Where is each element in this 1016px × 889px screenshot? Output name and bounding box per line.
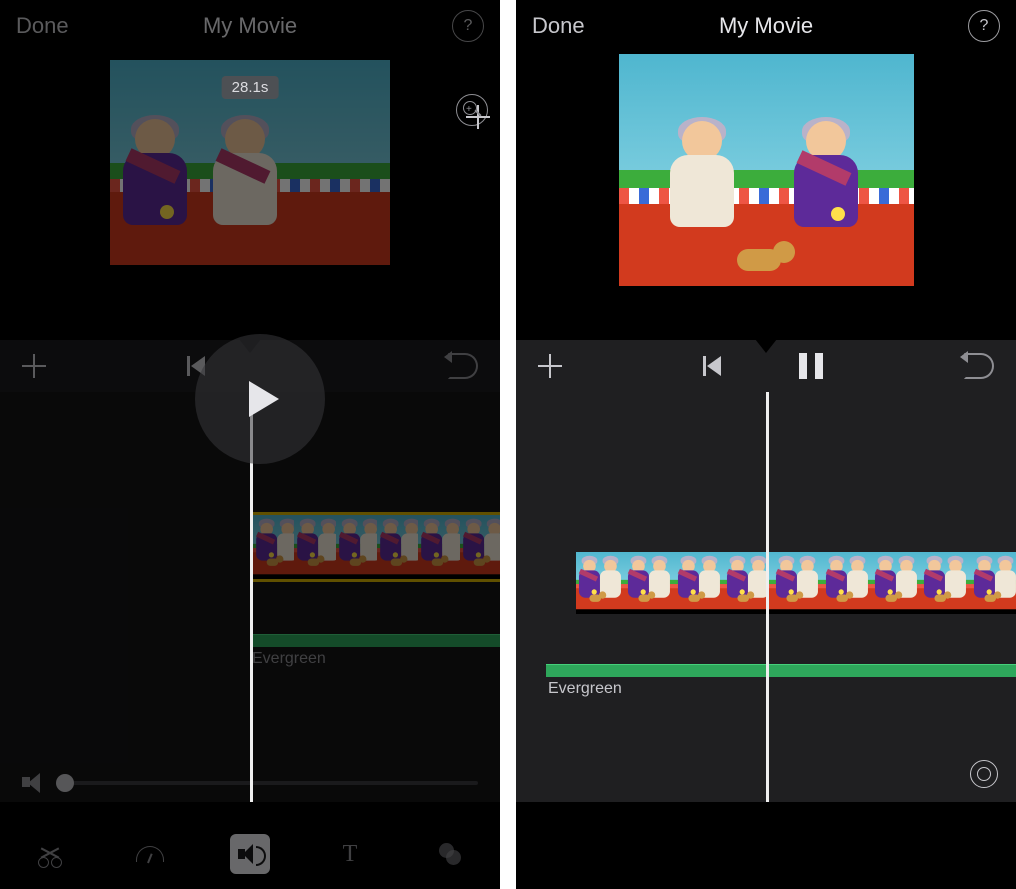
add-media-button[interactable]: [538, 354, 562, 378]
volume-knob[interactable]: [56, 774, 74, 792]
undo-button[interactable]: [448, 353, 478, 379]
undo-button[interactable]: [964, 353, 994, 379]
timeline[interactable]: Evergreen: [516, 392, 1016, 802]
audio-track[interactable]: [250, 634, 500, 647]
header: Done My Movie ?: [516, 0, 1016, 52]
play-button[interactable]: [195, 334, 325, 464]
clip-thumbnail: [872, 552, 921, 614]
video-clip[interactable]: [576, 552, 1016, 614]
project-settings-button[interactable]: [970, 760, 998, 788]
done-button[interactable]: Done: [532, 13, 585, 39]
volume-slider[interactable]: [58, 781, 478, 785]
video-preview[interactable]: [516, 52, 1016, 340]
editor-screen-playing: Done My Movie ?: [516, 0, 1016, 889]
video-preview[interactable]: 28.1s +: [0, 52, 500, 340]
clip-thumbnail: [418, 515, 459, 579]
mute-icon[interactable]: [22, 772, 44, 794]
header: Done My Movie ?: [0, 0, 500, 52]
audio-track-label: Evergreen: [548, 680, 622, 698]
clip-tools-bar: T: [0, 802, 500, 888]
clip-thumbnail: [823, 552, 872, 614]
panel-divider: [500, 0, 516, 889]
editor-screen-paused: Done My Movie ? 28.1s +: [0, 0, 500, 889]
clip-thumbnail: [253, 515, 294, 579]
split-tool[interactable]: [30, 834, 70, 874]
clip-thumbnail: [773, 552, 822, 614]
preview-frame: [619, 54, 914, 312]
audio-track[interactable]: [546, 664, 1016, 677]
playhead-marker-icon: [755, 339, 777, 353]
clip-thumbnail: [377, 515, 418, 579]
done-button[interactable]: Done: [16, 13, 69, 39]
filters-tool[interactable]: [430, 834, 470, 874]
gear-icon: [970, 760, 998, 788]
clip-duration-badge: 28.1s: [222, 76, 279, 99]
clip-thumbnail: [625, 552, 674, 614]
add-media-button[interactable]: [22, 354, 46, 378]
project-title: My Movie: [516, 13, 1016, 39]
clip-thumbnail: [675, 552, 724, 614]
audio-tool[interactable]: [230, 834, 270, 874]
clip-thumbnail: [294, 515, 335, 579]
magnify-icon[interactable]: +: [456, 94, 488, 126]
clip-thumbnail: [576, 552, 625, 614]
clip-thumbnail: [971, 552, 1016, 614]
clip-thumbnail: [336, 515, 377, 579]
playhead[interactable]: [766, 392, 769, 802]
help-button[interactable]: ?: [452, 10, 484, 42]
titles-tool[interactable]: T: [330, 834, 370, 874]
clip-thumbnail: [460, 515, 500, 579]
project-title: My Movie: [0, 13, 500, 39]
help-button[interactable]: ?: [968, 10, 1000, 42]
pause-button[interactable]: [799, 353, 823, 379]
transport-toolbar: [516, 340, 1016, 392]
video-clip[interactable]: [250, 512, 500, 582]
clip-thumbnail: [921, 552, 970, 614]
speed-tool[interactable]: [130, 834, 170, 874]
skip-back-button[interactable]: [703, 356, 723, 376]
audio-track-label: Evergreen: [252, 650, 326, 668]
